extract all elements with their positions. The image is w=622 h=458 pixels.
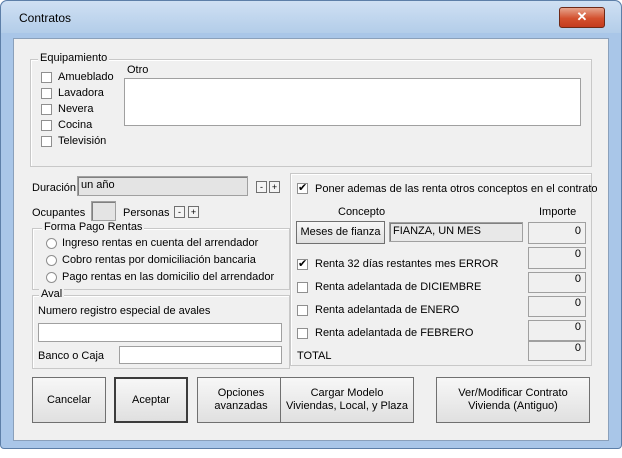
nevera-checkbox[interactable]	[41, 104, 52, 115]
fianza-text: FIANZA, UN MES	[393, 225, 482, 237]
ingreso-radio[interactable]	[46, 238, 57, 249]
renta-diciembre-checkbox[interactable]	[297, 282, 308, 293]
banco-label: Banco o Caja	[38, 350, 105, 362]
cobro-radio[interactable]	[46, 255, 57, 266]
cargar-line2: Viviendas, Local, y Plaza	[285, 400, 409, 412]
renta-enero-amount: 0	[528, 296, 586, 317]
ocupantes-field[interactable]	[91, 201, 116, 221]
cancelar-button[interactable]: Cancelar	[32, 377, 106, 423]
renta-enero-checkbox[interactable]	[297, 305, 308, 316]
aceptar-button[interactable]: Aceptar	[114, 377, 188, 423]
registro-label: Numero registro especial de avales	[38, 305, 211, 317]
opciones-line1: Opciones	[217, 387, 265, 399]
meses-fianza-button[interactable]: Meses de fianza	[296, 221, 385, 244]
ingreso-label: Ingreso rentas en cuenta del arrendador	[62, 237, 259, 249]
duracion-label: Duración	[32, 182, 77, 194]
amueblado-checkbox[interactable]	[41, 72, 52, 83]
ocupantes-increase-button[interactable]: +	[188, 206, 199, 218]
title-bar[interactable]: Contratos ✕	[1, 1, 621, 33]
fianza-field[interactable]: FIANZA, UN MES	[389, 222, 523, 242]
personas-label: Personas	[123, 207, 170, 219]
cargar-line1: Cargar Modelo	[310, 387, 384, 399]
renta-32-dias-label: Renta 32 días restantes mes ERROR	[315, 258, 499, 270]
opciones-avanzadas-button[interactable]: Opciones avanzadas	[197, 377, 285, 423]
close-icon: ✕	[576, 9, 588, 24]
close-button[interactable]: ✕	[559, 7, 605, 28]
lavadora-label: Lavadora	[58, 87, 104, 99]
total-amount: 0	[528, 341, 586, 361]
renta-diciembre-amount: 0	[528, 272, 586, 293]
opciones-line2: avanzadas	[214, 400, 268, 412]
lavadora-checkbox[interactable]	[41, 88, 52, 99]
nevera-label: Nevera	[58, 103, 94, 115]
television-checkbox[interactable]	[41, 136, 52, 147]
concepto-column-header: Concepto	[338, 206, 386, 218]
television-label: Televisión	[58, 135, 107, 147]
duracion-value: un año	[81, 179, 115, 191]
ocupantes-label: Ocupantes	[32, 207, 86, 219]
duracion-increase-button[interactable]: +	[269, 181, 280, 193]
cocina-checkbox[interactable]	[41, 120, 52, 131]
renta-febrero-checkbox[interactable]	[297, 328, 308, 339]
renta-32-dias-checkbox[interactable]	[297, 257, 308, 270]
banco-input[interactable]	[119, 346, 282, 364]
vermod-line1: Ver/Modificar Contrato	[458, 387, 568, 399]
renta-febrero-label: Renta adelantada de FEBRERO	[315, 327, 474, 339]
window-title: Contratos	[19, 11, 72, 25]
otros-conceptos-label: Poner ademas de las renta otros concepto…	[315, 183, 598, 195]
cocina-label: Cocina	[58, 119, 93, 131]
cobro-label: Cobro rentas por domiciliación bancaria	[62, 254, 256, 266]
renta-32-dias-amount: 0	[528, 247, 586, 269]
cargar-modelo-button[interactable]: Cargar Modelo Viviendas, Local, y Plaza	[280, 377, 414, 423]
ocupantes-decrease-button[interactable]: -	[174, 206, 185, 218]
renta-enero-label: Renta adelantada de ENERO	[315, 304, 460, 316]
vermod-line2: Vivienda (Antiguo)	[468, 400, 558, 412]
pago-label: Pago rentas en las domicilio del arrenda…	[62, 271, 275, 283]
amueblado-label: Amueblado	[58, 71, 114, 83]
duracion-field[interactable]: un año	[77, 176, 248, 196]
equipamiento-legend: Equipamiento	[38, 52, 110, 64]
aval-legend: Aval	[39, 288, 65, 300]
total-label: TOTAL	[297, 350, 332, 362]
forma-pago-legend: Forma Pago Rentas	[42, 221, 145, 233]
fianza-amount: 0	[528, 222, 586, 244]
renta-diciembre-label: Renta adelantada de DICIEMBRE	[315, 281, 482, 293]
ver-modificar-contrato-button[interactable]: Ver/Modificar Contrato Vivienda (Antiguo…	[436, 377, 590, 423]
otro-textarea[interactable]	[124, 78, 581, 126]
registro-input[interactable]	[38, 323, 282, 342]
dialog-client-area: Equipamiento Amueblado Lavadora Nevera C…	[13, 38, 609, 441]
importe-column-header: Importe	[539, 206, 577, 218]
duracion-decrease-button[interactable]: -	[256, 181, 267, 193]
otro-label: Otro	[127, 64, 149, 76]
otros-conceptos-checkbox[interactable]	[297, 181, 308, 194]
pago-radio[interactable]	[46, 272, 57, 283]
renta-febrero-amount: 0	[528, 320, 586, 341]
